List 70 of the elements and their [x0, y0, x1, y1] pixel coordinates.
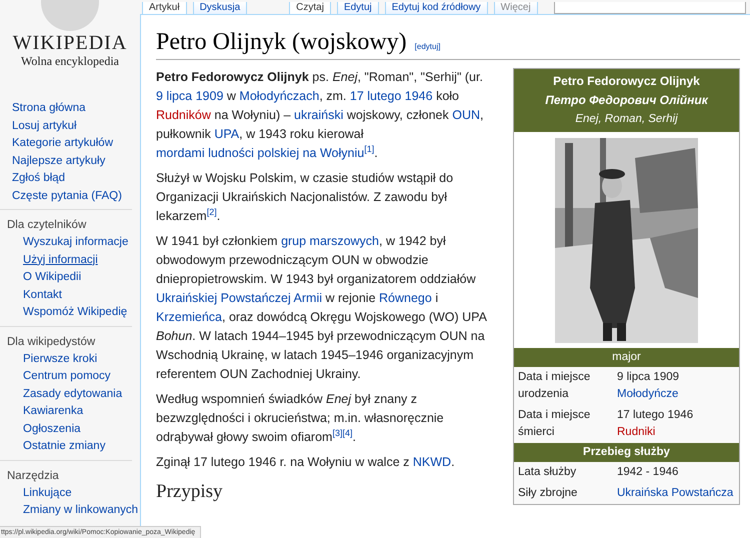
sidebar-link[interactable]: Kawiarenka: [23, 403, 84, 420]
paragraph: Według wspomnień świadków Enej był znany z bezwzględności i okrucieństwa; m.in. własnoręcznie odrąbywał głowy swoim ofiarom$^{[3]}$$^{[4]}$.: [156, 391, 445, 446]
tab[interactable]: Dyskusja: [192, 2, 248, 14]
infobox-label: Siły zbrojne: [517, 486, 578, 501]
link[interactable]: 9 lipca 1909: [156, 89, 224, 103]
link[interactable]: 17 lutego 1946: [350, 89, 433, 103]
infobox-native-name: Петро Федорович Олійник: [544, 92, 710, 109]
sidebar-link[interactable]: Użyj informacji: [23, 252, 98, 269]
link[interactable]: Równego: [379, 291, 432, 305]
sidebar-heading: Dla czytelników: [7, 218, 86, 233]
logo-tagline: Wolna encyklopedia: [21, 54, 119, 68]
sidebar-link[interactable]: O Wikipedii: [23, 269, 82, 286]
link[interactable]: Ukraińskiej Powstańczej Armii: [156, 291, 322, 305]
infobox-value: 1942 - 1946: [617, 465, 678, 480]
link[interactable]: Krzemieńca: [156, 310, 222, 324]
section-heading: Przypisy: [156, 482, 224, 502]
sidebar-link[interactable]: Wyszukaj informacje: [23, 234, 128, 252]
sidebar-link[interactable]: Wspomóż Wikipedię: [23, 304, 128, 322]
infobox-section-header: Przebieg służby: [514, 443, 739, 462]
sidebar-link[interactable]: Losuj artykuł: [12, 118, 77, 135]
sidebar-link[interactable]: Najlepsze artykuły: [12, 152, 106, 170]
sidebar-link[interactable]: Częste pytania (FAQ): [12, 188, 122, 205]
footnote-link[interactable]: [1]: [364, 144, 374, 154]
footnote-link[interactable]: [3]: [332, 428, 342, 438]
sidebar-heading: Narzędzia: [7, 468, 59, 484]
edit-link[interactable]: [edytuj]: [414, 42, 440, 51]
link[interactable]: OUN: [452, 108, 480, 122]
logo-wordmark[interactable]: WIKIPEDIA: [12, 32, 128, 54]
sidebar-link[interactable]: Zmiany w linkowanych: [23, 502, 138, 520]
sidebar-link[interactable]: Zgłoś błąd: [12, 170, 66, 188]
paragraph: Zginął 17 lutego 1946 r. na Wołyniu w walce z NKWD.: [156, 454, 456, 471]
infobox-name: Petro Fedorowycz Olijnyk: [552, 73, 701, 90]
paragraph: Służył w Wojsku Polskim, w czasie studiów wstąpił do Organizacji Ukraińskich Nacjonalistów. Z zawodu był lekarzem$^{[2]}$.: [156, 170, 454, 225]
link[interactable]: UPA: [214, 127, 240, 141]
infobox-aliases: Enej, Roman, Serhij: [574, 112, 679, 127]
tab[interactable]: Czytaj: [289, 2, 331, 14]
infobox-link[interactable]: Mołodyńcze: [617, 386, 678, 403]
sidebar-heading: Dla wikipedystów: [7, 334, 96, 350]
infobox-label: Data i miejsce śmierci: [517, 408, 592, 440]
sidebar-link[interactable]: Pierwsze kroki: [23, 350, 98, 368]
link[interactable]: grup marszowych: [281, 234, 380, 248]
sidebar-link[interactable]: Centrum pomocy: [23, 368, 111, 386]
paragraph: Petro Fedorowycz Olijnyk ps. Enej, "Roman", "Serhij" (ur. 9 lipca 1909 w Mołodyńczach, zm. 17 lutego 1946 koło Rudników na Wołyniu) – ukraiński wojskowy, członek OUN, pułkownik UPA, w 1943 roku kierował mordami ludności polskiej na Wołyniu$^{[1]}$.: [156, 69, 484, 162]
infobox-label: Data i miejsce urodzenia: [517, 370, 592, 402]
footnote-link[interactable]: [4]: [342, 428, 352, 438]
tab[interactable]: Edytuj: [336, 2, 379, 14]
footnote-link[interactable]: [2]: [206, 206, 217, 217]
search-field[interactable]: [554, 2, 746, 14]
page-title: Petro Olijnyk (wojskowy): [156, 28, 407, 57]
infobox-value: 9 lipca 1909: [617, 370, 680, 385]
sidebar-link[interactable]: Linkujące: [23, 484, 72, 502]
link[interactable]: NKWD: [412, 455, 452, 469]
infobox-value: 17 lutego 1946: [617, 408, 694, 423]
link[interactable]: mordami ludności polskiej na Wołyniu: [156, 146, 364, 160]
sidebar-link[interactable]: Zasady edytowania: [23, 386, 122, 403]
sidebar-link[interactable]: Ostatnie zmiany: [23, 438, 106, 456]
link[interactable]: Mołodyńczach: [239, 89, 320, 103]
paragraph: W 1941 był członkiem grup marszowych, w 1942 był obwodowym przewodniczącym OUN w obwodzie dniepropietrowskim. W 1943 był organizatorem oddziałów Ukraińskiej Powstańczej Armii w rejonie Równego i Krzemieńca, oraz dowódcą Okręgu Wojskowego (WO) UPA Bohun. W latach 1944–1945 był przewodniczącym OUN na Wschodnią Ukrainę, w latach 1945–1946 organizacyjnym referentem OUN Zachodniej Ukrainy.: [156, 233, 488, 383]
sidebar-link[interactable]: Ogłoszenia: [23, 420, 81, 438]
infobox-link[interactable]: Rudniki: [617, 424, 656, 441]
sidebar-link[interactable]: Strona główna: [12, 100, 86, 118]
infobox-section-header: major: [514, 348, 739, 367]
tab[interactable]: Edytuj kod źródłowy: [384, 2, 488, 14]
link[interactable]: ukraiński: [294, 108, 344, 122]
link[interactable]: Rudników: [156, 108, 211, 122]
tab[interactable]: Artykuł: [142, 2, 187, 14]
infobox-label: Lata służby: [517, 465, 578, 480]
infobox-link[interactable]: Ukraińska Powstańcza: [617, 485, 734, 502]
sidebar-link[interactable]: Kontakt: [23, 286, 62, 304]
sidebar-link[interactable]: Kategorie artykułów: [12, 135, 113, 152]
